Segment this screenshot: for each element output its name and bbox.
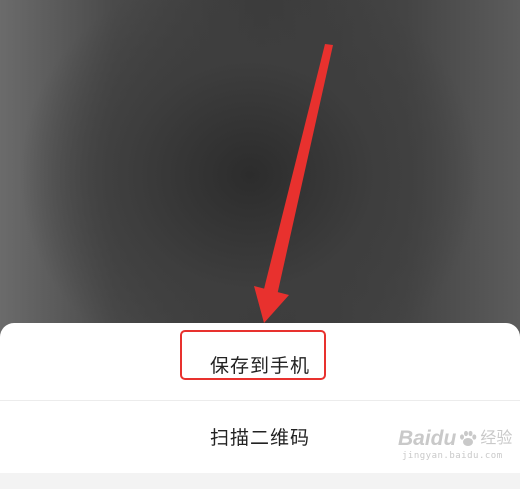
screen-edge-margin (520, 0, 527, 489)
sheet-footer-strip (0, 473, 520, 489)
save-to-phone-label: 保存到手机 (209, 354, 310, 377)
scan-qr-code-label: 扫描二维码 (209, 426, 310, 449)
blurred-image-backdrop[interactable] (0, 0, 520, 340)
phone-screen: 保存到手机 扫描二维码 Baidu 经验 jingyan.baidu.com (0, 0, 527, 489)
action-sheet: 保存到手机 扫描二维码 (0, 323, 520, 489)
scan-qr-code-option[interactable]: 扫描二维码 (0, 401, 520, 471)
save-to-phone-option[interactable]: 保存到手机 (0, 329, 520, 399)
